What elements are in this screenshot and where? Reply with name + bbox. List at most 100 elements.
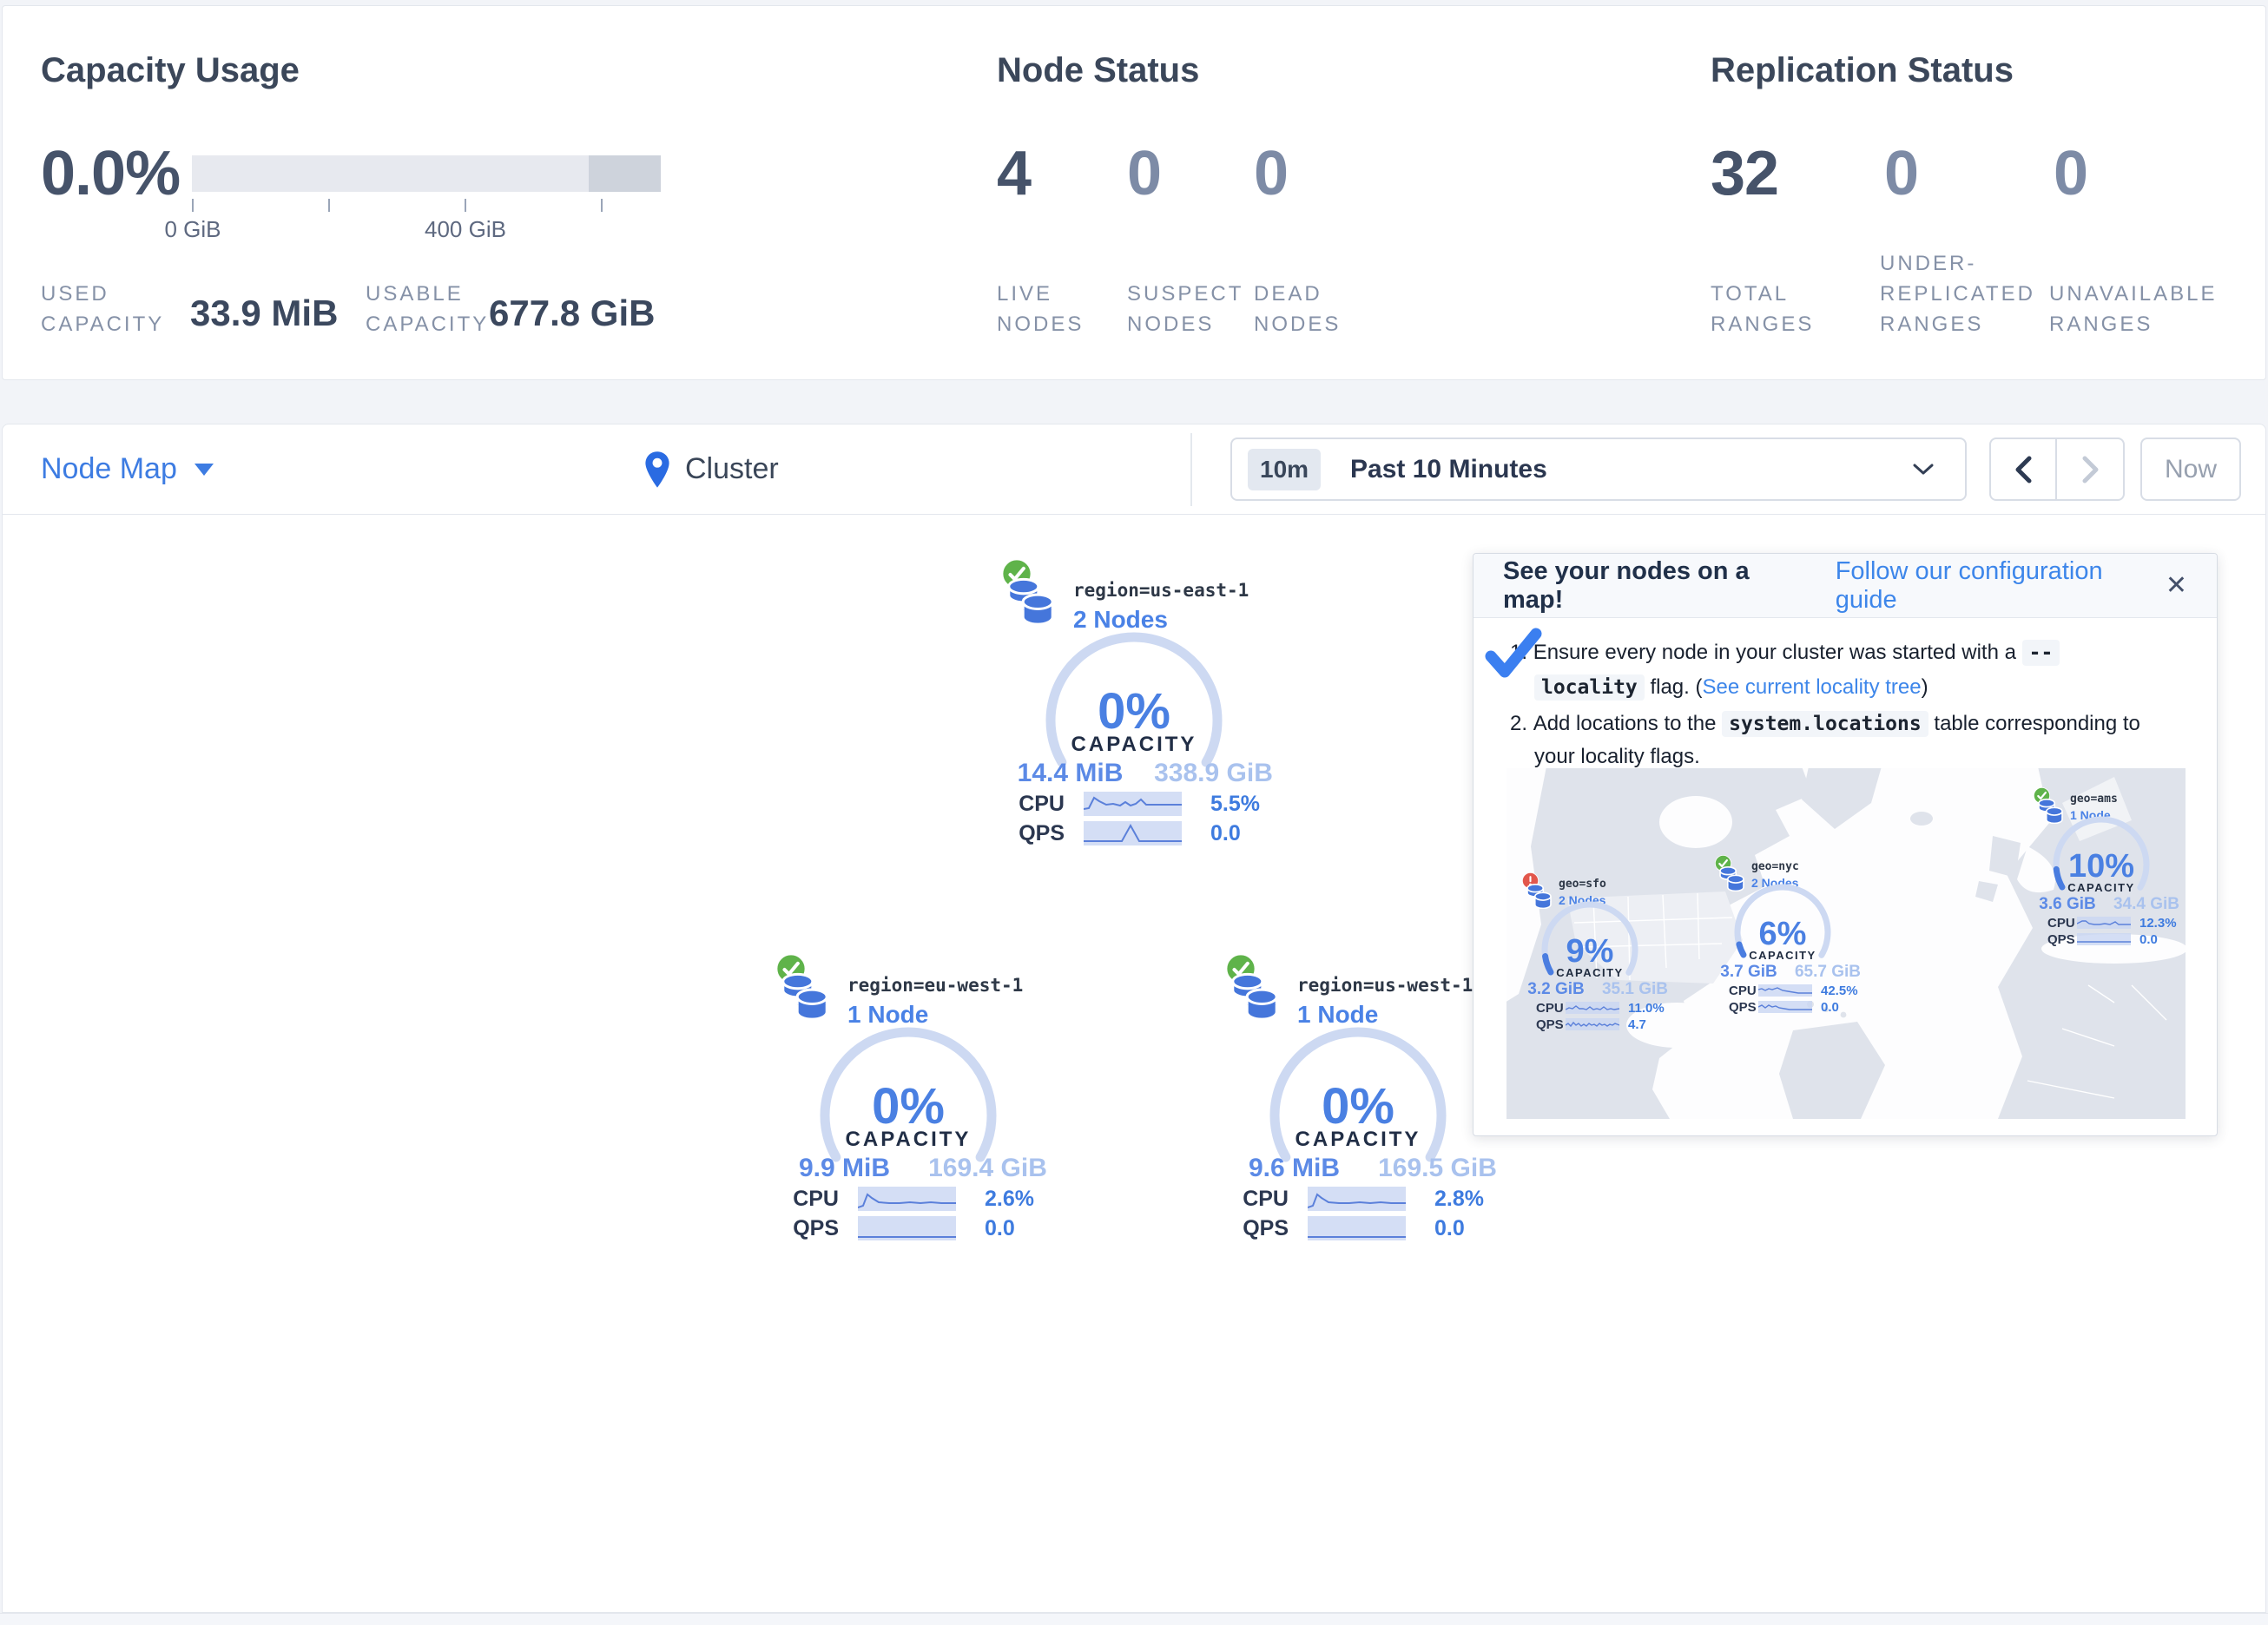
dead-nodes-count: 0	[1254, 138, 1288, 209]
code-system-locations: system.locations	[1722, 711, 1928, 737]
chevron-down-icon	[194, 464, 214, 476]
used-capacity-label: USEDCAPACITY	[41, 279, 164, 339]
used-capacity: 3.2 GiB	[1517, 980, 1595, 999]
cpu-sparkline	[2077, 917, 2131, 929]
usable-capacity-value: 677.8 GiB	[489, 293, 655, 334]
cpu-label: CPU	[764, 1187, 839, 1212]
step-2-line-1: 2. Add locations to the system.locations…	[1510, 712, 2140, 736]
total-capacity: 35.1 GiB	[1595, 980, 1675, 999]
under-replicated-label: UNDER-REPLICATEDRANGES	[1880, 248, 2035, 339]
view-dropdown-label: Node Map	[41, 452, 177, 486]
used-capacity: 3.7 GiB	[1710, 963, 1788, 982]
axis-label-zero: 0 GiB	[141, 216, 245, 243]
cpu-sparkline	[858, 1187, 956, 1211]
usable-capacity-label: USABLECAPACITY	[366, 279, 489, 339]
breadcrumb[interactable]: Cluster	[643, 424, 779, 514]
configuration-guide-link[interactable]: Follow our configuration guide	[1836, 557, 2166, 615]
cpu-value: 12.3%	[2139, 916, 2177, 931]
view-dropdown[interactable]: Node Map	[41, 424, 214, 514]
region-name: geo=sfo	[1559, 878, 1606, 891]
time-step-buttons	[1989, 438, 2125, 501]
qps-sparkline	[1308, 1216, 1406, 1240]
region-name: geo=ams	[2070, 793, 2118, 806]
chevron-right-icon	[2080, 455, 2100, 484]
axis-tick	[192, 199, 194, 212]
cpu-sparkline	[1758, 984, 1812, 997]
total-capacity: 169.5 GiB	[1366, 1154, 1509, 1183]
region-card-eu-west-1[interactable]: region=eu-west-1 1 Node 0% CAPACITY 9.9 …	[764, 951, 1059, 1280]
qps-label: QPS	[2047, 932, 2075, 947]
next-interval-button[interactable]	[2057, 439, 2123, 499]
prev-interval-button[interactable]	[1991, 439, 2057, 499]
total-ranges-label: TOTALRANGES	[1711, 279, 1814, 339]
cpu-label: CPU	[990, 792, 1065, 817]
capacity-percent: 0%	[1038, 682, 1230, 740]
code-locality-flag: locality	[1534, 674, 1645, 701]
database-icon	[780, 971, 830, 1020]
capacity-usage-bar-reserved	[589, 155, 661, 192]
summary-bar: Capacity Usage 0.0% 0 GiB 400 GiB USEDCA…	[2, 5, 2266, 380]
cpu-label: CPU	[1729, 984, 1757, 998]
cpu-sparkline	[1084, 792, 1182, 816]
close-icon[interactable]: ✕	[2166, 570, 2187, 601]
qps-sparkline	[1566, 1018, 1619, 1030]
capacity-usage-title: Capacity Usage	[41, 51, 300, 90]
qps-value: 0.0	[1821, 1000, 1839, 1015]
live-nodes-count: 4	[997, 138, 1031, 209]
qps-value: 0.0	[1434, 1216, 1465, 1241]
locality-setup-popup: See your nodes on a map! Follow our conf…	[1473, 553, 2218, 1136]
qps-sparkline	[1758, 1001, 1812, 1013]
popup-title: See your nodes on a map!	[1503, 557, 1811, 615]
step-done-check-icon	[1484, 627, 1545, 681]
used-capacity: 9.9 MiB	[773, 1154, 916, 1183]
now-button[interactable]: Now	[2140, 438, 2241, 501]
used-capacity: 9.6 MiB	[1223, 1154, 1366, 1183]
qps-value: 4.7	[1628, 1017, 1646, 1032]
database-icon	[1230, 971, 1280, 1020]
axis-tick	[465, 199, 466, 212]
region-name: geo=nyc	[1751, 860, 1799, 873]
cpu-value: 11.0%	[1628, 1001, 1665, 1016]
step-2-line-2: your locality flags.	[1534, 745, 1700, 769]
chevron-left-icon	[2014, 455, 2033, 484]
chevron-down-icon	[1913, 464, 1934, 476]
capacity-percent: 0%	[813, 1077, 1004, 1135]
qps-label: QPS	[1729, 1000, 1757, 1015]
toolbar: Node Map Cluster 10m Past 10 Minutes Now	[2, 424, 2266, 515]
step-1-line-1: 1. Ensure every node in your cluster was…	[1510, 641, 2060, 665]
region-card-us-west-1[interactable]: region=us-west-1 1 Node 0% CAPACITY 9.6 …	[1214, 951, 1509, 1280]
qps-sparkline	[858, 1216, 956, 1240]
capacity-label: CAPACITY	[813, 1128, 1004, 1152]
capacity-usage-percent: 0.0%	[41, 138, 180, 209]
cpu-value: 2.8%	[1434, 1187, 1484, 1212]
locality-tree-link[interactable]: See current locality tree	[1702, 675, 1921, 699]
qps-sparkline	[2077, 933, 2131, 945]
capacity-usage-bar	[192, 155, 661, 192]
region-name: region=us-east-1	[1073, 580, 1249, 601]
time-range-badge: 10m	[1248, 449, 1321, 490]
capacity-label: CAPACITY	[2049, 881, 2153, 894]
time-range-dropdown[interactable]: 10m Past 10 Minutes	[1230, 438, 1967, 501]
time-range-label: Past 10 Minutes	[1350, 455, 1547, 484]
qps-sparkline	[1084, 821, 1182, 845]
node-map-page: Capacity Usage 0.0% 0 GiB 400 GiB USEDCA…	[0, 0, 2268, 1625]
capacity-percent: 6%	[1731, 916, 1835, 953]
capacity-label: CAPACITY	[1038, 733, 1230, 757]
cpu-value: 2.6%	[985, 1187, 1034, 1212]
now-button-label: Now	[2165, 455, 2217, 484]
total-capacity: 65.7 GiB	[1788, 963, 1868, 982]
axis-tick	[601, 199, 603, 212]
breadcrumb-label: Cluster	[685, 452, 779, 486]
axis-label-400: 400 GiB	[413, 216, 518, 243]
region-name: region=us-west-1	[1297, 975, 1473, 996]
region-card-us-east-1[interactable]: region=us-east-1 2 Nodes 0% CAPACITY 14.…	[990, 556, 1285, 885]
step-1-line-2: locality flag. (See current locality tre…	[1534, 675, 1928, 700]
total-capacity: 338.9 GiB	[1142, 759, 1285, 788]
used-capacity: 14.4 MiB	[999, 759, 1142, 788]
capacity-label: CAPACITY	[1263, 1128, 1454, 1152]
node-status-title: Node Status	[997, 51, 1199, 90]
qps-value: 0.0	[1210, 821, 1241, 846]
suspect-nodes-label: SUSPECTNODES	[1127, 279, 1243, 339]
toolbar-divider	[1190, 433, 1192, 506]
qps-value: 0.0	[2139, 932, 2158, 947]
